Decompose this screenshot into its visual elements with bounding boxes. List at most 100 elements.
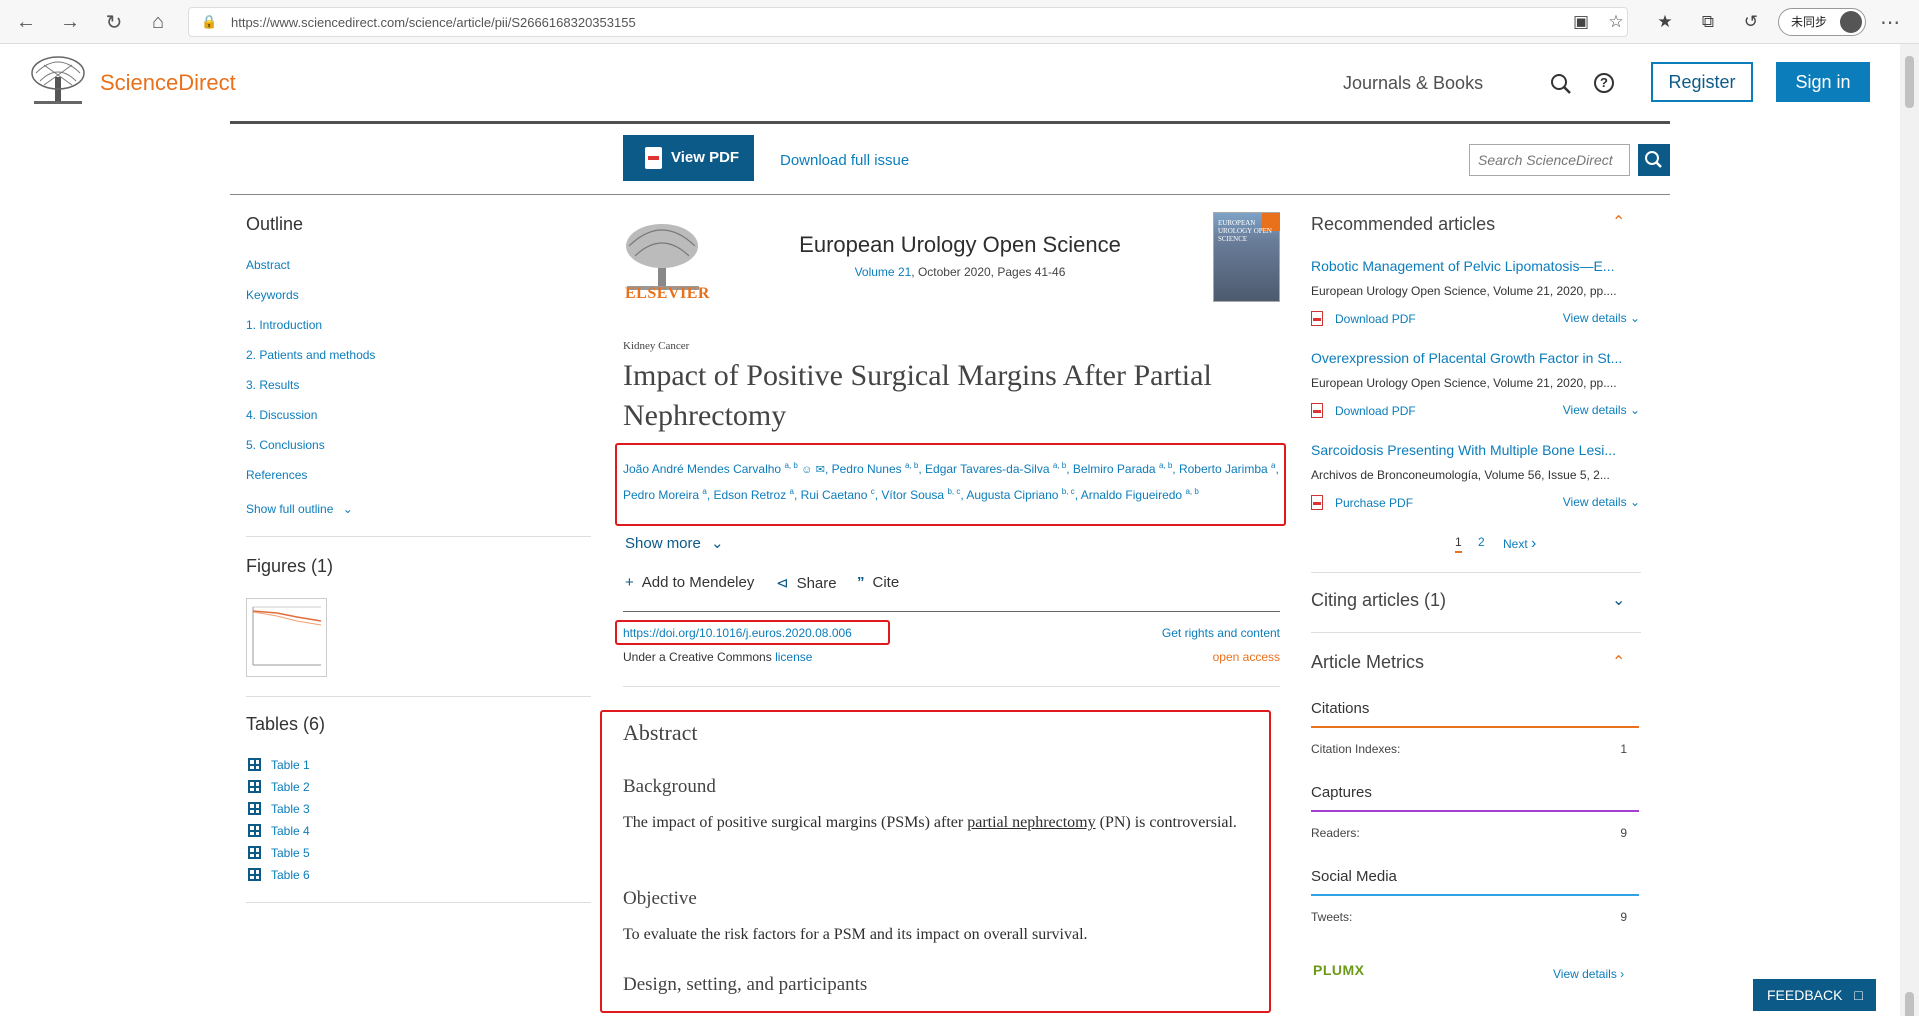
- search-input[interactable]: Search ScienceDirect: [1469, 144, 1630, 176]
- rights-content-link[interactable]: Get rights and content: [1100, 626, 1280, 640]
- scrollbar-thumb-lower[interactable]: [1905, 992, 1914, 1016]
- cover-text: EUROPEAN UROLOGY OPEN SCIENCE: [1218, 219, 1272, 243]
- add-favorite-icon[interactable]: ☆: [1605, 12, 1627, 34]
- page-2-button[interactable]: 2: [1478, 535, 1485, 549]
- journal-title-link[interactable]: European Urology Open Science: [620, 232, 1300, 258]
- chevron-up-icon[interactable]: ⌃: [1612, 212, 1625, 232]
- table-icon: [248, 780, 261, 793]
- scrollbar-thumb[interactable]: [1905, 56, 1914, 108]
- partial-nephrectomy-link[interactable]: partial nephrectomy: [967, 814, 1095, 831]
- journal-cover-image[interactable]: EUROPEAN UROLOGY OPEN SCIENCE: [1213, 212, 1280, 302]
- favorites-icon[interactable]: ★: [1654, 12, 1676, 34]
- table-link-1[interactable]: Table 1: [248, 758, 310, 772]
- pdf-link-label: Download PDF: [1335, 404, 1416, 418]
- recommended-article-title[interactable]: Overexpression of Placental Growth Facto…: [1311, 350, 1641, 366]
- sciencedirect-brand[interactable]: ScienceDirect: [100, 70, 236, 96]
- elsevier-tree-logo-icon[interactable]: [30, 55, 86, 107]
- author-name: Edson Retroz: [713, 488, 787, 502]
- reload-icon[interactable]: ↻: [102, 10, 126, 34]
- profile-sync-button[interactable]: 未同步: [1778, 8, 1866, 36]
- show-more-button[interactable]: Show more ⌄: [625, 534, 724, 552]
- help-icon[interactable]: ?: [1594, 73, 1614, 93]
- doi-link[interactable]: https://doi.org/10.1016/j.euros.2020.08.…: [623, 626, 852, 640]
- author-link[interactable]: Rui Caetano c: [801, 487, 875, 502]
- plumx-logo[interactable]: PLUMX: [1313, 962, 1365, 978]
- view-details-link[interactable]: View details ⌄: [1550, 403, 1640, 417]
- chevron-up-icon[interactable]: ⌃: [1612, 652, 1625, 672]
- page-1-button[interactable]: 1: [1455, 535, 1462, 553]
- search-icon[interactable]: [1550, 73, 1572, 95]
- table-link-2[interactable]: Table 2: [248, 780, 310, 794]
- back-icon[interactable]: ←: [14, 10, 38, 34]
- author-link[interactable]: João André Mendes Carvalho a, b: [623, 461, 798, 476]
- purchase-pdf-link[interactable]: Purchase PDF: [1311, 495, 1413, 510]
- author-link[interactable]: Augusta Cipriano b, c: [966, 487, 1074, 502]
- author-link[interactable]: Arnaldo Figueiredo a, b: [1081, 487, 1199, 502]
- plumx-view-details-link[interactable]: View details ›: [1553, 967, 1624, 981]
- recommended-heading: Recommended articles: [1311, 214, 1496, 234]
- author-affiliation: a: [702, 487, 707, 496]
- view-details-link[interactable]: View details ⌄: [1550, 495, 1640, 509]
- more-icon[interactable]: ⋯: [1880, 10, 1901, 35]
- page-scrollbar[interactable]: [1900, 44, 1919, 1016]
- author-name: Pedro Moreira: [623, 488, 700, 502]
- view-details-link[interactable]: View details ⌄: [1550, 311, 1640, 325]
- author-link[interactable]: Pedro Moreira a: [623, 487, 707, 502]
- author-link[interactable]: Belmiro Parada a, b: [1073, 461, 1172, 476]
- home-icon[interactable]: ⌂: [146, 10, 170, 34]
- table-link-4[interactable]: Table 4: [248, 824, 310, 838]
- add-to-mendeley-button[interactable]: + Add to Mendeley: [625, 574, 754, 591]
- header-divider: [230, 121, 1670, 124]
- author-link[interactable]: Edson Retroz a: [713, 487, 795, 502]
- chevron-down-icon[interactable]: ⌄: [1612, 590, 1625, 610]
- outline-item-introduction[interactable]: 1. Introduction: [246, 318, 322, 332]
- recommended-article-title[interactable]: Sarcoidosis Presenting With Multiple Bon…: [1311, 442, 1641, 458]
- feedback-button[interactable]: FEEDBACK □: [1753, 979, 1876, 1011]
- author-link[interactable]: Pedro Nunes a, b: [832, 461, 919, 476]
- view-pdf-button[interactable]: View PDF: [623, 135, 754, 181]
- mail-icon[interactable]: ✉: [816, 464, 825, 476]
- outline-item-abstract[interactable]: Abstract: [246, 258, 290, 272]
- outline-item-results[interactable]: 3. Results: [246, 378, 299, 392]
- view-details-label: View details: [1562, 495, 1627, 509]
- outline-item-conclusions[interactable]: 5. Conclusions: [246, 438, 325, 452]
- collections-icon[interactable]: ⧉: [1697, 12, 1719, 34]
- table-icon: [248, 846, 261, 859]
- outline-item-discussion[interactable]: 4. Discussion: [246, 408, 317, 422]
- table-link-3[interactable]: Table 3: [248, 802, 310, 816]
- citing-articles-heading[interactable]: Citing articles (1): [1311, 590, 1446, 611]
- sync-label: 未同步: [1791, 15, 1828, 29]
- address-bar[interactable]: 🔒 https://www.sciencedirect.com/science/…: [188, 7, 1628, 37]
- author-affiliation: a, b: [905, 461, 919, 470]
- show-full-outline-button[interactable]: Show full outline ⌄: [246, 502, 353, 516]
- share-button[interactable]: ⊲ Share: [776, 574, 837, 592]
- author-link[interactable]: Edgar Tavares-da-Silva a, b: [925, 461, 1066, 476]
- outline-item-references[interactable]: References: [246, 468, 307, 482]
- objective-heading: Objective: [623, 888, 697, 909]
- next-page-button[interactable]: Next ›: [1503, 535, 1536, 553]
- download-full-issue-link[interactable]: Download full issue: [780, 152, 909, 169]
- table-link-6[interactable]: Table 6: [248, 868, 310, 882]
- figure-thumbnail[interactable]: [246, 598, 327, 677]
- author-link[interactable]: Vítor Sousa b, c: [881, 487, 960, 502]
- search-submit-button[interactable]: [1638, 144, 1670, 176]
- download-pdf-link[interactable]: Download PDF: [1311, 311, 1416, 326]
- author-affiliation: c: [870, 487, 875, 496]
- forward-icon[interactable]: →: [58, 10, 82, 34]
- author-link[interactable]: Roberto Jarimba a: [1179, 461, 1276, 476]
- cite-button[interactable]: ” Cite: [857, 574, 899, 591]
- register-button[interactable]: Register: [1651, 62, 1753, 102]
- volume-link[interactable]: Volume 21: [855, 265, 912, 279]
- history-icon[interactable]: ↺: [1740, 12, 1762, 34]
- sign-in-button[interactable]: Sign in: [1776, 62, 1870, 102]
- outline-item-keywords[interactable]: Keywords: [246, 288, 299, 302]
- journals-books-link[interactable]: Journals & Books: [1343, 73, 1483, 94]
- outline-heading: Outline: [246, 214, 304, 234]
- chevron-right-icon: ›: [1531, 535, 1537, 552]
- license-link[interactable]: license: [775, 650, 812, 664]
- recommended-article-title[interactable]: Robotic Management of Pelvic Lipomatosis…: [1311, 258, 1641, 274]
- reader-mode-icon[interactable]: ▣: [1570, 12, 1592, 34]
- download-pdf-link[interactable]: Download PDF: [1311, 403, 1416, 418]
- outline-item-patients-methods[interactable]: 2. Patients and methods: [246, 348, 375, 362]
- table-link-5[interactable]: Table 5: [248, 846, 310, 860]
